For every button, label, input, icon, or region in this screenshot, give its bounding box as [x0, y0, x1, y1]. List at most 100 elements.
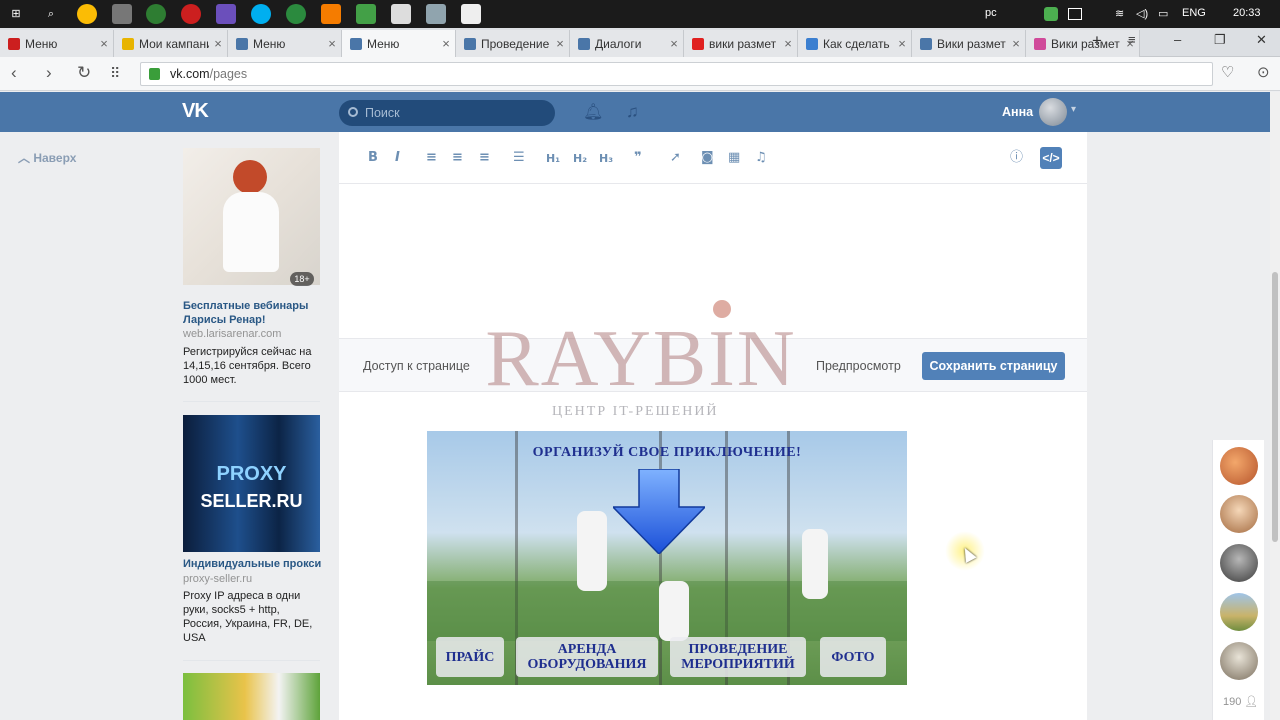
music-icon[interactable]: ♫	[626, 102, 639, 122]
equipment-rental-button[interactable]: АРЕНДА ОБОРУДОВАНИЯ	[516, 637, 658, 677]
code-mode-button[interactable]: </>	[1040, 147, 1062, 169]
opera-icon[interactable]	[181, 4, 201, 24]
preview-link[interactable]: Предпросмотр	[816, 359, 901, 373]
save-page-button[interactable]: Сохранить страницу	[922, 352, 1065, 380]
maximize-icon[interactable]: ❐	[1214, 32, 1226, 48]
ad-title[interactable]: Бесплатные вебинары Ларисы Ренар!	[183, 299, 323, 327]
browser-tab[interactable]: Как сделать ×	[798, 30, 912, 57]
audio-icon[interactable]: ♫	[755, 150, 767, 166]
scrollbar-thumb[interactable]	[1272, 272, 1278, 542]
ad-domain[interactable]: proxy-seller.ru	[183, 573, 252, 585]
tray-icon[interactable]	[1044, 7, 1058, 21]
clock[interactable]: 20:33	[1233, 7, 1261, 19]
speed-dial-icon[interactable]: ⠿	[110, 64, 120, 82]
notification-icon[interactable]: ▭	[1158, 7, 1168, 20]
friend-avatar[interactable]	[1220, 642, 1258, 680]
windows-start-icon[interactable]: ⊞	[6, 4, 26, 24]
ad-domain[interactable]: web.larisarenar.com	[183, 328, 281, 340]
close-tab-icon[interactable]: ×	[665, 36, 683, 51]
bell-icon[interactable]: 🔔︎	[583, 102, 603, 122]
wifi-icon[interactable]: ≋	[1115, 7, 1124, 20]
browser-tab[interactable]: Вики размет ×	[912, 30, 1026, 57]
close-tab-icon[interactable]: ×	[437, 36, 455, 51]
vk-logo[interactable]: VK	[182, 100, 209, 123]
friends-count[interactable]: 190 👤︎	[1223, 695, 1258, 708]
friend-avatar[interactable]	[1220, 447, 1258, 485]
clover-icon[interactable]	[356, 4, 376, 24]
h2-button[interactable]: H₂	[573, 151, 587, 167]
language-indicator[interactable]: pc	[985, 7, 997, 19]
ad-image-webinar[interactable]: 18+	[183, 148, 320, 286]
heart-icon[interactable]: ♡	[1221, 64, 1234, 82]
download-icon[interactable]: ⊙	[1257, 64, 1270, 82]
friend-avatar[interactable]	[1220, 593, 1258, 631]
browser-tab[interactable]: Меню ×	[0, 30, 114, 57]
volume-icon[interactable]: ◁)	[1136, 7, 1148, 20]
info-icon[interactable]: ⓘ	[1010, 150, 1023, 166]
h1-button[interactable]: H₁	[546, 151, 560, 167]
battery-icon[interactable]	[1068, 8, 1082, 20]
quote-button[interactable]: ❞	[634, 150, 642, 166]
app-icon[interactable]	[286, 4, 306, 24]
new-tab-icon[interactable]: +	[1092, 31, 1102, 51]
close-window-icon[interactable]: ✕	[1256, 32, 1267, 48]
link-icon[interactable]: ➚	[670, 150, 681, 166]
calculator-icon[interactable]	[391, 4, 411, 24]
vlc-icon[interactable]	[321, 4, 341, 24]
events-button[interactable]: ПРОВЕДЕНИЕ МЕРОПРИЯТИЙ	[670, 637, 806, 677]
align-center-icon[interactable]: ≡	[452, 150, 463, 166]
italic-button[interactable]: I	[395, 150, 400, 166]
friend-avatar[interactable]	[1220, 495, 1258, 533]
tab-menu-icon[interactable]: ≡	[1128, 32, 1136, 47]
editor-textarea[interactable]	[339, 184, 1087, 338]
ad-title[interactable]: Индивидуальные прокси	[183, 557, 323, 571]
ad-image-fruit[interactable]	[183, 673, 320, 720]
wiki-banner-image[interactable]: ОРГАНИЗУЙ СВОЕ ПРИКЛЮЧЕНИЕ! ПРАЙС АРЕНДА…	[427, 431, 907, 685]
user-name[interactable]: Анна	[1002, 105, 1033, 119]
ad-image-proxy[interactable]: PROXY SELLER.RU	[183, 415, 320, 552]
browser-tab[interactable]: Меню ×	[228, 30, 342, 57]
app-icon[interactable]	[112, 4, 132, 24]
back-to-top-link[interactable]: ︿ Наверх	[18, 149, 76, 166]
h3-button[interactable]: H₃	[599, 151, 613, 167]
bold-button[interactable]: B	[368, 150, 378, 166]
align-right-icon[interactable]: ≡	[479, 150, 490, 166]
chrome-icon[interactable]	[77, 4, 97, 24]
chevron-down-icon[interactable]: ▾	[1071, 104, 1076, 115]
close-tab-icon[interactable]: ×	[323, 36, 341, 51]
browser-tab[interactable]: вики размет ×	[684, 30, 798, 57]
list-icon[interactable]: ☰	[513, 150, 525, 166]
minimize-icon[interactable]: –	[1174, 32, 1181, 47]
browser-tab[interactable]: Диалоги ×	[570, 30, 684, 57]
avatar[interactable]	[1039, 98, 1067, 126]
photo-button[interactable]: ФОТО	[820, 637, 886, 677]
app-icon[interactable]	[461, 4, 481, 24]
close-tab-icon[interactable]: ×	[1007, 36, 1025, 51]
friend-avatar[interactable]	[1220, 544, 1258, 582]
reload-icon[interactable]: ↻	[77, 64, 91, 82]
back-icon[interactable]: ‹	[11, 64, 17, 82]
close-tab-icon[interactable]: ×	[779, 36, 797, 51]
forward-icon[interactable]: ›	[46, 64, 52, 82]
app-icon[interactable]	[216, 4, 236, 24]
camera-icon[interactable]: ◙	[701, 150, 714, 166]
browser-tab[interactable]: Меню ×	[342, 30, 456, 57]
access-settings-link[interactable]: Доступ к странице	[363, 359, 470, 373]
close-tab-icon[interactable]: ×	[95, 36, 113, 51]
app-icon[interactable]	[426, 4, 446, 24]
close-tab-icon[interactable]: ×	[551, 36, 569, 51]
video-icon[interactable]: ▦	[728, 150, 740, 166]
align-left-icon[interactable]: ≡	[426, 150, 437, 166]
browser-tab[interactable]: Вики размет ×	[1026, 30, 1140, 57]
skype-icon[interactable]	[251, 4, 271, 24]
close-tab-icon[interactable]: ×	[893, 36, 911, 51]
close-tab-icon[interactable]: ×	[209, 36, 227, 51]
browser-tab[interactable]: Проведение ×	[456, 30, 570, 57]
browser-tab[interactable]: Мои кампании×	[114, 30, 228, 57]
keyboard-layout[interactable]: ENG	[1182, 7, 1206, 19]
app-icon[interactable]	[146, 4, 166, 24]
search-input[interactable]: Поиск	[339, 100, 555, 126]
price-button[interactable]: ПРАЙС	[436, 637, 504, 677]
search-icon[interactable]: ⌕	[41, 4, 61, 24]
url-input[interactable]: vk.com/pages	[140, 62, 1213, 86]
